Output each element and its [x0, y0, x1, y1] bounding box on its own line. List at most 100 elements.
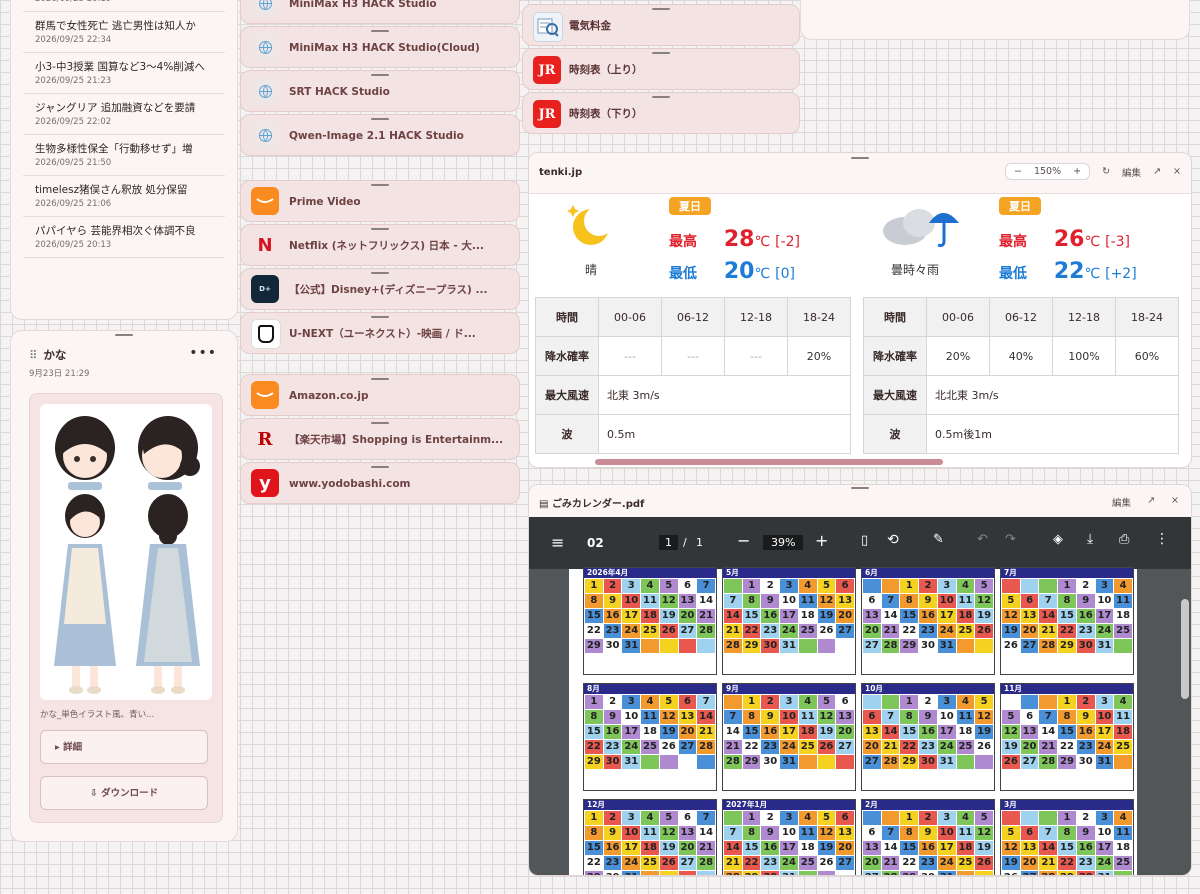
news-title[interactable]: ジャングリア 追加融資などを要請 [35, 100, 225, 116]
calendar-day: 9 [761, 826, 780, 840]
calendar-month: 2月 1 2 3 4 5 6 7 8 9 10 11 12 13 14 15 16 17 18 19 20 21 22 23 2… [861, 799, 995, 875]
close-button[interactable]: × [1171, 495, 1179, 509]
open-external-icon[interactable]: ↗ [1153, 166, 1161, 177]
news-title[interactable]: 小3-中3授業 国算など3～4%削減へ [35, 59, 225, 75]
calendar-day: 8 [585, 710, 603, 724]
calendar-day: 4 [956, 695, 975, 709]
calendar-day: 12 [1002, 841, 1020, 855]
calendar-day [836, 755, 854, 769]
calendar-day: 14 [881, 841, 900, 855]
news-item[interactable]: 小3-中3授業 国算など3～4%削減へ 2026/09/25 21:23 [23, 53, 225, 94]
calendar-day: 19 [817, 725, 836, 739]
redo-icon[interactable]: ↷ [1005, 532, 1016, 547]
calendar-day [1002, 811, 1020, 825]
link-button[interactable]: Amazon.co.jp [240, 374, 520, 416]
calendar-day: 10 [1095, 826, 1114, 840]
calendar-day: 7 [697, 811, 715, 825]
calendar-day [659, 755, 678, 769]
character-illustration[interactable] [40, 404, 212, 700]
zoom-out-button[interactable]: − [1014, 166, 1022, 177]
jr-icon: JR [533, 56, 561, 84]
calendar-day [1020, 695, 1039, 709]
link-button[interactable]: U-NEXT（ユーネクスト）-映画 / ド... [240, 312, 520, 354]
calendar-day: 22 [1058, 740, 1076, 754]
calendar-day: 23 [761, 856, 780, 870]
zoom-in-button[interactable]: + [815, 531, 828, 550]
calendar-day: 19 [975, 609, 993, 623]
undo-icon[interactable]: ↶ [977, 532, 988, 547]
news-item[interactable]: timelesz猪俣さん釈放 処分保留 2026/09/25 21:06 [23, 176, 225, 217]
add-text-icon[interactable]: ◈ [1053, 532, 1063, 547]
link-button[interactable]: N Netflix (ネットフリックス) 日本 - 大... [240, 224, 520, 266]
calendar-day: 2 [1076, 695, 1095, 709]
link-button[interactable]: MiniMax H3 HACK Studio(Cloud) [240, 26, 520, 68]
calendar-day: 14 [1039, 841, 1058, 855]
drag-handle[interactable] [115, 334, 133, 336]
link-button[interactable]: MiniMax H3 HACK Studio [240, 0, 520, 24]
drag-handle[interactable] [652, 96, 670, 98]
news-item[interactable]: 2026/09/25 20:19 [23, 0, 225, 12]
news-item[interactable]: ジャングリア 追加融資などを要請 2026/09/25 22:02 [23, 94, 225, 135]
open-external-icon[interactable]: ↗ [1147, 495, 1155, 509]
calendar-day: 18 [956, 841, 975, 855]
edit-button[interactable]: 編集 [1122, 165, 1141, 179]
utility-button[interactable]: JR 時刻表（上り） [522, 48, 800, 90]
link-button[interactable]: Qwen-Image 2.1 HACK Studio [240, 114, 520, 156]
calendar-day: 24 [622, 740, 641, 754]
calendar-day: 7 [697, 579, 715, 593]
pdf-viewport[interactable]: 2026年4月 1 2 3 4 5 6 7 8 9 10 11 12 13 14 15 16 17 18 19 20 21… [529, 567, 1191, 875]
page-input[interactable]: 1 [659, 535, 678, 550]
more-menu-button[interactable]: ••• [189, 345, 217, 361]
calendar-day: 14 [881, 725, 900, 739]
link-button[interactable]: D+ 【公式】Disney+(ディズニープラス) ... [240, 268, 520, 310]
drag-handle[interactable] [652, 8, 670, 10]
drag-handle[interactable] [652, 52, 670, 54]
news-item[interactable]: 生物多様性保全「行動移せず」増 2026/09/25 21:50 [23, 135, 225, 176]
zoom-in-button[interactable]: + [1073, 166, 1081, 177]
month-header: 2027年1月 [723, 800, 855, 810]
menu-icon[interactable]: ≡ [551, 533, 564, 552]
calendar-day: 26 [975, 624, 993, 638]
news-title[interactable]: 群馬で女性死亡 逃亡男性は知人か [35, 18, 225, 34]
link-button[interactable]: SRT HACK Studio [240, 70, 520, 112]
download-icon[interactable]: ⤓ [1087, 531, 1093, 547]
print-icon[interactable]: ⎙ [1119, 532, 1129, 547]
more-icon[interactable]: ⋮ [1155, 531, 1169, 547]
calendar-day: 12 [817, 710, 836, 724]
news-item[interactable]: 群馬で女性死亡 逃亡男性は知人か 2026/09/25 22:34 [23, 12, 225, 53]
link-button[interactable]: R 【楽天市場】Shopping is Entertainm... [240, 418, 520, 460]
calendar-day: 25 [1114, 740, 1132, 754]
close-button[interactable]: × [1173, 166, 1181, 177]
news-item[interactable]: パパイヤら 芸能界相次ぐ体調不良 2026/09/25 20:13 [23, 217, 225, 258]
news-title[interactable]: パパイヤら 芸能界相次ぐ体調不良 [35, 223, 225, 239]
fit-page-icon[interactable]: ▯ [861, 533, 868, 548]
edit-button[interactable]: 編集 [1112, 495, 1131, 509]
link-button[interactable]: y www.yodobashi.com [240, 462, 520, 504]
vertical-scrollbar[interactable] [1181, 599, 1189, 699]
news-title[interactable]: 生物多様性保全「行動移せず」増 [35, 141, 225, 157]
drag-dots-icon[interactable]: ⠿ [29, 348, 37, 362]
utility-label: 時刻表（上り） [569, 64, 643, 76]
link-button[interactable]: Prime Video [240, 180, 520, 222]
drag-handle[interactable] [851, 487, 869, 489]
utility-button[interactable]: 電気料金 [522, 4, 800, 46]
calendar-day: 1 [742, 811, 761, 825]
calendar-day: 13 [678, 594, 697, 608]
rotate-icon[interactable]: ⟲ [887, 532, 899, 548]
zoom-out-button[interactable]: − [737, 531, 750, 550]
calendar-day: 1 [1058, 579, 1076, 593]
time-header: 12-18 [1052, 297, 1116, 337]
draw-icon[interactable]: ✎ [933, 532, 944, 547]
news-title[interactable]: timelesz猪俣さん釈放 処分保留 [35, 182, 225, 198]
image-card: ⠿ かな ••• 9月23日 21:29 かな_単色イラスト風、青い... ▸ … [10, 330, 238, 842]
utility-button[interactable]: JR 時刻表（下り） [522, 92, 800, 134]
drag-handle[interactable] [851, 157, 869, 159]
refresh-icon[interactable]: ↻ [1102, 166, 1110, 177]
download-button[interactable]: ⇩ ダウンロード [40, 776, 208, 810]
details-button[interactable]: ▸ 詳細 [40, 730, 208, 764]
horizontal-scrollbar[interactable] [595, 459, 943, 465]
calendar-day: 26 [975, 740, 993, 754]
calendar-day: 26 [1002, 755, 1020, 769]
calendar-day: 9 [919, 826, 937, 840]
zoom-level[interactable]: 39% [763, 535, 804, 550]
